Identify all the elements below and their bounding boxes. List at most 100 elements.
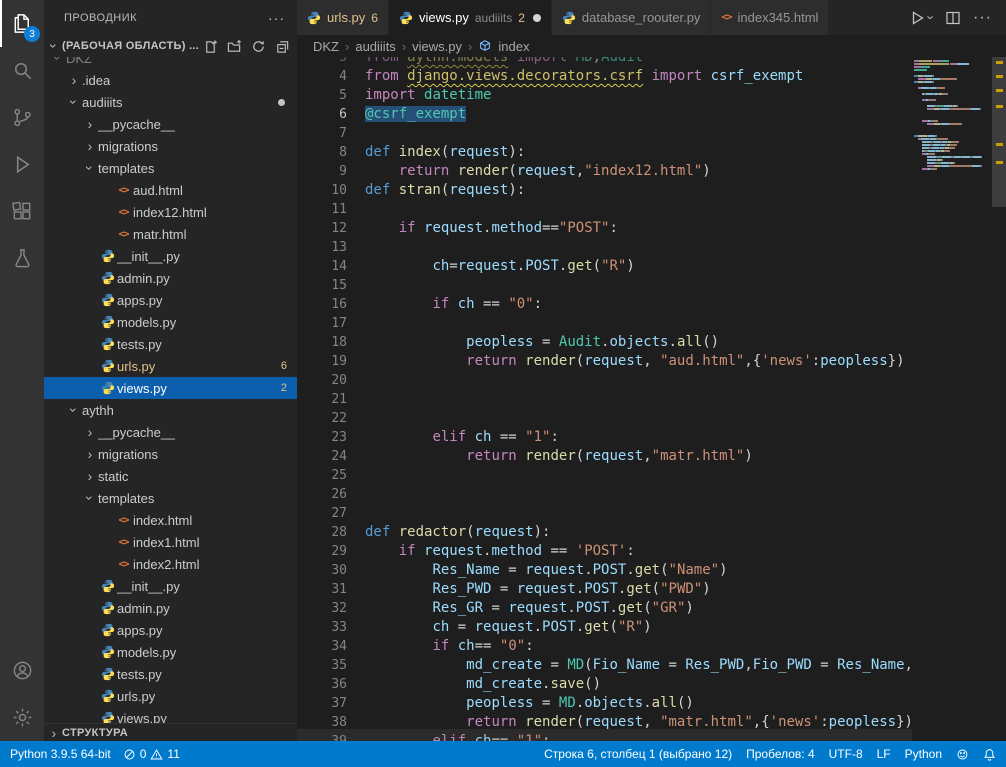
tree-item-migrations[interactable]: ›migrations bbox=[44, 135, 297, 157]
code-line-3[interactable]: 3from aythh.models import MD,Audit bbox=[297, 57, 1006, 67]
cursor-position-item[interactable]: Строка 6, столбец 1 (выбрано 12) bbox=[544, 747, 732, 761]
more-editor-actions-button[interactable]: ··· bbox=[973, 9, 992, 27]
tree-item-init-py[interactable]: __init__.py bbox=[44, 575, 297, 597]
problems-item[interactable]: 0 11 bbox=[123, 747, 180, 761]
run-dropdown-button[interactable]: › bbox=[923, 15, 938, 19]
tree-item-index1-html[interactable]: <>index1.html bbox=[44, 531, 297, 553]
tree-item-idea[interactable]: ›.idea bbox=[44, 69, 297, 91]
code-line-19[interactable]: 19 return render(request, "aud.html",{'n… bbox=[297, 352, 1006, 371]
new-folder-button[interactable] bbox=[225, 37, 243, 55]
scrollbar-thumb[interactable] bbox=[992, 57, 1006, 207]
tree-item-tests-py[interactable]: tests.py bbox=[44, 333, 297, 355]
code-line-15[interactable]: 15 bbox=[297, 276, 1006, 295]
python-interpreter-item[interactable]: Python 3.9.5 64-bit bbox=[10, 747, 111, 761]
tree-item-static[interactable]: ›static bbox=[44, 465, 297, 487]
code-line-26[interactable]: 26 bbox=[297, 485, 1006, 504]
breadcrumb-item-dkz[interactable]: DKZ bbox=[313, 39, 339, 54]
split-editor-button[interactable] bbox=[945, 10, 961, 26]
eol-item[interactable]: LF bbox=[877, 747, 891, 761]
tree-item-templates[interactable]: ›templates bbox=[44, 487, 297, 509]
code-line-37[interactable]: 37 peopless = MD.objects.all() bbox=[297, 694, 1006, 713]
notifications-button[interactable] bbox=[983, 748, 996, 761]
tab-views-py[interactable]: views.pyaudiiits2 bbox=[389, 0, 552, 35]
breadcrumb-item-views-py[interactable]: views.py bbox=[412, 39, 462, 54]
code-line-20[interactable]: 20 bbox=[297, 371, 1006, 390]
tree-item-admin-py[interactable]: admin.py bbox=[44, 267, 297, 289]
code-line-32[interactable]: 32 Res_GR = request.POST.get("GR") bbox=[297, 599, 1006, 618]
tree-item-dkz[interactable]: ›DKZ bbox=[44, 57, 297, 69]
account-button[interactable] bbox=[0, 647, 44, 694]
tree-item-aud-html[interactable]: <>aud.html bbox=[44, 179, 297, 201]
activity-run-debug-button[interactable] bbox=[0, 141, 44, 188]
run-python-file-button[interactable] bbox=[909, 10, 925, 26]
code-line-13[interactable]: 13 bbox=[297, 238, 1006, 257]
outline-section-header[interactable]: › СТРУКТУРА bbox=[44, 723, 297, 741]
tree-item-index2-html[interactable]: <>index2.html bbox=[44, 553, 297, 575]
code-line-22[interactable]: 22 bbox=[297, 409, 1006, 428]
tree-item-migrations[interactable]: ›migrations bbox=[44, 443, 297, 465]
code-line-35[interactable]: 35 md_create = MD(Fio_Name = Res_PWD,Fio… bbox=[297, 656, 1006, 675]
activity-explorer-button[interactable]: 3 bbox=[0, 0, 44, 47]
tree-item-aythh[interactable]: ›aythh bbox=[44, 399, 297, 421]
workspace-section-header[interactable]: › (РАБОЧАЯ ОБЛАСТЬ) ... bbox=[44, 35, 297, 57]
activity-search-button[interactable] bbox=[0, 47, 44, 94]
tab-database-roouter-py[interactable]: database_roouter.py bbox=[552, 0, 712, 35]
code-line-18[interactable]: 18 peopless = Audit.objects.all() bbox=[297, 333, 1006, 352]
tree-item-pycache[interactable]: ›__pycache__ bbox=[44, 421, 297, 443]
tree-item-apps-py[interactable]: apps.py bbox=[44, 619, 297, 641]
code-line-11[interactable]: 11 bbox=[297, 200, 1006, 219]
code-line-7[interactable]: 7 bbox=[297, 124, 1006, 143]
new-file-button[interactable] bbox=[201, 37, 219, 55]
code-line-34[interactable]: 34 if ch== "0": bbox=[297, 637, 1006, 656]
code-line-6[interactable]: 6@csrf_exempt bbox=[297, 105, 1006, 124]
code-line-21[interactable]: 21 bbox=[297, 390, 1006, 409]
code-line-31[interactable]: 31 Res_PWD = request.POST.get("PWD") bbox=[297, 580, 1006, 599]
breadcrumb-item-index[interactable]: index bbox=[498, 39, 529, 54]
tree-item-models-py[interactable]: models.py bbox=[44, 641, 297, 663]
tree-item-apps-py[interactable]: apps.py bbox=[44, 289, 297, 311]
tree-item-index-html[interactable]: <>index.html bbox=[44, 509, 297, 531]
tree-item-index12-html[interactable]: <>index12.html bbox=[44, 201, 297, 223]
tree-item-urls-py[interactable]: urls.py6 bbox=[44, 355, 297, 377]
code-line-4[interactable]: 4from django.views.decorators.csrf impor… bbox=[297, 67, 1006, 86]
code-editor[interactable]: 3from aythh.models import MD,Audit4from … bbox=[297, 57, 1006, 741]
code-line-17[interactable]: 17 bbox=[297, 314, 1006, 333]
code-line-5[interactable]: 5 import datetime bbox=[297, 86, 1006, 105]
code-line-24[interactable]: 24 return render(request,"matr.html") bbox=[297, 447, 1006, 466]
feedback-button[interactable] bbox=[956, 748, 969, 761]
code-line-36[interactable]: 36 md_create.save() bbox=[297, 675, 1006, 694]
tab-urls-py[interactable]: urls.py6 bbox=[297, 0, 389, 35]
minimap[interactable] bbox=[912, 57, 992, 741]
tree-item-urls-py[interactable]: urls.py bbox=[44, 685, 297, 707]
code-line-27[interactable]: 27 bbox=[297, 504, 1006, 523]
code-line-28[interactable]: 28def redactor(request): bbox=[297, 523, 1006, 542]
tree-item-views-py[interactable]: views.py2 bbox=[44, 377, 297, 399]
tree-item-tests-py[interactable]: tests.py bbox=[44, 663, 297, 685]
tree-item-audiiits[interactable]: ›audiiits bbox=[44, 91, 297, 113]
tree-item-init-py[interactable]: __init__.py bbox=[44, 245, 297, 267]
tree-item-templates[interactable]: ›templates bbox=[44, 157, 297, 179]
horizontal-scrollbar[interactable] bbox=[297, 729, 912, 741]
indentation-item[interactable]: Пробелов: 4 bbox=[746, 747, 815, 761]
breadcrumb-item-audiiits[interactable]: audiiits bbox=[355, 39, 395, 54]
activity-source-control-button[interactable] bbox=[0, 94, 44, 141]
code-line-33[interactable]: 33 ch = request.POST.get("R") bbox=[297, 618, 1006, 637]
activity-testing-button[interactable] bbox=[0, 235, 44, 282]
code-line-16[interactable]: 16 if ch == "0": bbox=[297, 295, 1006, 314]
code-line-14[interactable]: 14 ch=request.POST.get("R") bbox=[297, 257, 1006, 276]
code-line-23[interactable]: 23 elif ch == "1": bbox=[297, 428, 1006, 447]
collapse-folders-button[interactable] bbox=[273, 37, 291, 55]
settings-button[interactable] bbox=[0, 694, 44, 741]
tree-item-pycache[interactable]: ›__pycache__ bbox=[44, 113, 297, 135]
code-line-30[interactable]: 30 Res_Name = request.POST.get("Name") bbox=[297, 561, 1006, 580]
tree-item-models-py[interactable]: models.py bbox=[44, 311, 297, 333]
tree-item-matr-html[interactable]: <>matr.html bbox=[44, 223, 297, 245]
code-line-10[interactable]: 10def stran(request): bbox=[297, 181, 1006, 200]
code-line-25[interactable]: 25 bbox=[297, 466, 1006, 485]
language-mode-item[interactable]: Python bbox=[905, 747, 942, 761]
tab-index345-html[interactable]: <>index345.html bbox=[711, 0, 829, 35]
code-line-29[interactable]: 29 if request.method == 'POST': bbox=[297, 542, 1006, 561]
tree-item-admin-py[interactable]: admin.py bbox=[44, 597, 297, 619]
views-and-more-actions-button[interactable]: ··· bbox=[268, 10, 285, 26]
encoding-item[interactable]: UTF-8 bbox=[829, 747, 863, 761]
